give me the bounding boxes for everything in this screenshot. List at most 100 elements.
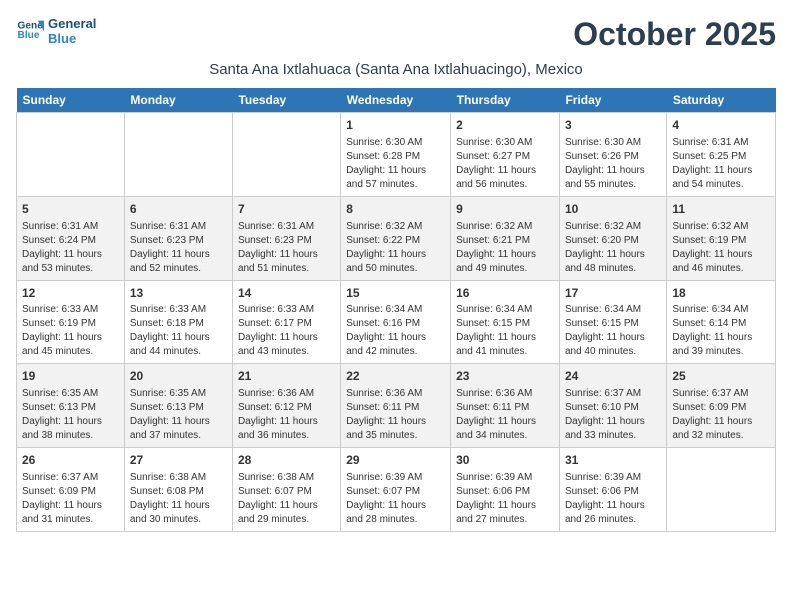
day-number: 15 — [346, 285, 445, 302]
day-info: Sunset: 6:07 PM — [238, 485, 335, 499]
day-info: Daylight: 11 hours and 38 minutes. — [22, 415, 119, 443]
calendar-cell: 27Sunrise: 6:38 AMSunset: 6:08 PMDayligh… — [124, 448, 232, 532]
calendar-cell: 8Sunrise: 6:32 AMSunset: 6:22 PMDaylight… — [341, 196, 451, 280]
day-info: Sunrise: 6:34 AM — [672, 303, 770, 317]
calendar-cell: 13Sunrise: 6:33 AMSunset: 6:18 PMDayligh… — [124, 280, 232, 364]
calendar-cell: 14Sunrise: 6:33 AMSunset: 6:17 PMDayligh… — [232, 280, 340, 364]
day-info: Sunrise: 6:32 AM — [672, 220, 770, 234]
day-number: 3 — [565, 117, 661, 134]
day-info: Sunrise: 6:32 AM — [565, 220, 661, 234]
day-info: Sunset: 6:14 PM — [672, 317, 770, 331]
day-number: 6 — [130, 201, 227, 218]
day-info: Sunset: 6:16 PM — [346, 317, 445, 331]
logo: General Blue General Blue — [16, 16, 96, 46]
calendar-cell: 5Sunrise: 6:31 AMSunset: 6:24 PMDaylight… — [17, 196, 125, 280]
day-info: Daylight: 11 hours and 28 minutes. — [346, 499, 445, 527]
day-info: Sunrise: 6:30 AM — [456, 136, 554, 150]
calendar-cell: 7Sunrise: 6:31 AMSunset: 6:23 PMDaylight… — [232, 196, 340, 280]
day-info: Sunrise: 6:37 AM — [22, 471, 119, 485]
calendar-cell: 31Sunrise: 6:39 AMSunset: 6:06 PMDayligh… — [559, 448, 666, 532]
day-info: Sunset: 6:11 PM — [456, 401, 554, 415]
calendar-cell: 9Sunrise: 6:32 AMSunset: 6:21 PMDaylight… — [451, 196, 560, 280]
day-info: Daylight: 11 hours and 41 minutes. — [456, 331, 554, 359]
day-number: 11 — [672, 201, 770, 218]
day-info: Daylight: 11 hours and 29 minutes. — [238, 499, 335, 527]
calendar-cell: 6Sunrise: 6:31 AMSunset: 6:23 PMDaylight… — [124, 196, 232, 280]
calendar-cell: 4Sunrise: 6:31 AMSunset: 6:25 PMDaylight… — [667, 113, 776, 197]
calendar-cell: 23Sunrise: 6:36 AMSunset: 6:11 PMDayligh… — [451, 364, 560, 448]
day-info: Daylight: 11 hours and 31 minutes. — [22, 499, 119, 527]
day-info: Sunrise: 6:30 AM — [346, 136, 445, 150]
calendar-cell: 3Sunrise: 6:30 AMSunset: 6:26 PMDaylight… — [559, 113, 666, 197]
calendar-cell — [124, 113, 232, 197]
day-info: Sunset: 6:23 PM — [130, 234, 227, 248]
day-info: Sunset: 6:24 PM — [22, 234, 119, 248]
week-row-4: 19Sunrise: 6:35 AMSunset: 6:13 PMDayligh… — [17, 364, 776, 448]
day-number: 13 — [130, 285, 227, 302]
day-info: Daylight: 11 hours and 45 minutes. — [22, 331, 119, 359]
calendar-table: SundayMondayTuesdayWednesdayThursdayFrid… — [16, 88, 776, 532]
day-info: Sunrise: 6:38 AM — [130, 471, 227, 485]
week-row-3: 12Sunrise: 6:33 AMSunset: 6:19 PMDayligh… — [17, 280, 776, 364]
day-info: Sunset: 6:15 PM — [456, 317, 554, 331]
day-info: Sunrise: 6:31 AM — [130, 220, 227, 234]
day-info: Sunset: 6:22 PM — [346, 234, 445, 248]
day-info: Daylight: 11 hours and 33 minutes. — [565, 415, 661, 443]
day-info: Sunrise: 6:35 AM — [130, 387, 227, 401]
top-section: General Blue General Blue October 2025 — [16, 16, 776, 57]
day-number: 22 — [346, 368, 445, 385]
day-info: Sunset: 6:25 PM — [672, 150, 770, 164]
calendar-cell: 26 Sunrise: 6:37 AMSunset: 6:09 PMDayligh… — [17, 448, 125, 532]
day-info: Sunset: 6:26 PM — [565, 150, 661, 164]
day-number: 26 — [22, 452, 119, 469]
weekday-thursday: Thursday — [451, 88, 560, 113]
day-info: Sunset: 6:09 PM — [22, 485, 119, 499]
day-number: 9 — [456, 201, 554, 218]
calendar-cell: 10Sunrise: 6:32 AMSunset: 6:20 PMDayligh… — [559, 196, 666, 280]
month-title: October 2025 — [573, 16, 776, 53]
day-info: Sunrise: 6:33 AM — [238, 303, 335, 317]
day-info: Sunset: 6:13 PM — [22, 401, 119, 415]
calendar-cell — [232, 113, 340, 197]
day-info: Sunrise: 6:33 AM — [130, 303, 227, 317]
day-number: 17 — [565, 285, 661, 302]
svg-text:Blue: Blue — [18, 30, 40, 41]
calendar-cell: 1Sunrise: 6:30 AMSunset: 6:28 PMDaylight… — [341, 113, 451, 197]
day-number: 10 — [565, 201, 661, 218]
day-info: Sunset: 6:09 PM — [672, 401, 770, 415]
calendar-body: 1Sunrise: 6:30 AMSunset: 6:28 PMDaylight… — [17, 113, 776, 532]
day-info: Daylight: 11 hours and 39 minutes. — [672, 331, 770, 359]
location-title: Santa Ana Ixtlahuaca (Santa Ana Ixtlahua… — [16, 61, 776, 78]
day-info: Sunset: 6:12 PM — [238, 401, 335, 415]
day-info: Daylight: 11 hours and 36 minutes. — [238, 415, 335, 443]
calendar-cell — [667, 448, 776, 532]
day-info: Daylight: 11 hours and 44 minutes. — [130, 331, 227, 359]
day-info: Sunrise: 6:31 AM — [672, 136, 770, 150]
day-info: Sunrise: 6:31 AM — [22, 220, 119, 234]
day-info: Sunset: 6:08 PM — [130, 485, 227, 499]
day-info: Sunrise: 6:39 AM — [565, 471, 661, 485]
day-info: Sunrise: 6:36 AM — [346, 387, 445, 401]
day-info: Sunset: 6:18 PM — [130, 317, 227, 331]
day-number: 30 — [456, 452, 554, 469]
calendar-cell: 24Sunrise: 6:37 AMSunset: 6:10 PMDayligh… — [559, 364, 666, 448]
weekday-saturday: Saturday — [667, 88, 776, 113]
day-info: Daylight: 11 hours and 42 minutes. — [346, 331, 445, 359]
day-info: Daylight: 11 hours and 35 minutes. — [346, 415, 445, 443]
day-info: Sunset: 6:06 PM — [565, 485, 661, 499]
day-number: 2 — [456, 117, 554, 134]
day-number: 8 — [346, 201, 445, 218]
day-info: Sunrise: 6:39 AM — [456, 471, 554, 485]
day-info: Sunset: 6:28 PM — [346, 150, 445, 164]
calendar-cell: 11Sunrise: 6:32 AMSunset: 6:19 PMDayligh… — [667, 196, 776, 280]
day-number: 5 — [22, 201, 119, 218]
calendar-cell: 21Sunrise: 6:36 AMSunset: 6:12 PMDayligh… — [232, 364, 340, 448]
day-info: Sunset: 6:19 PM — [672, 234, 770, 248]
weekday-wednesday: Wednesday — [341, 88, 451, 113]
calendar-cell: 16Sunrise: 6:34 AMSunset: 6:15 PMDayligh… — [451, 280, 560, 364]
day-number: 18 — [672, 285, 770, 302]
day-info: Sunset: 6:07 PM — [346, 485, 445, 499]
logo-line1: General — [48, 16, 96, 31]
calendar-cell — [17, 113, 125, 197]
weekday-sunday: Sunday — [17, 88, 125, 113]
